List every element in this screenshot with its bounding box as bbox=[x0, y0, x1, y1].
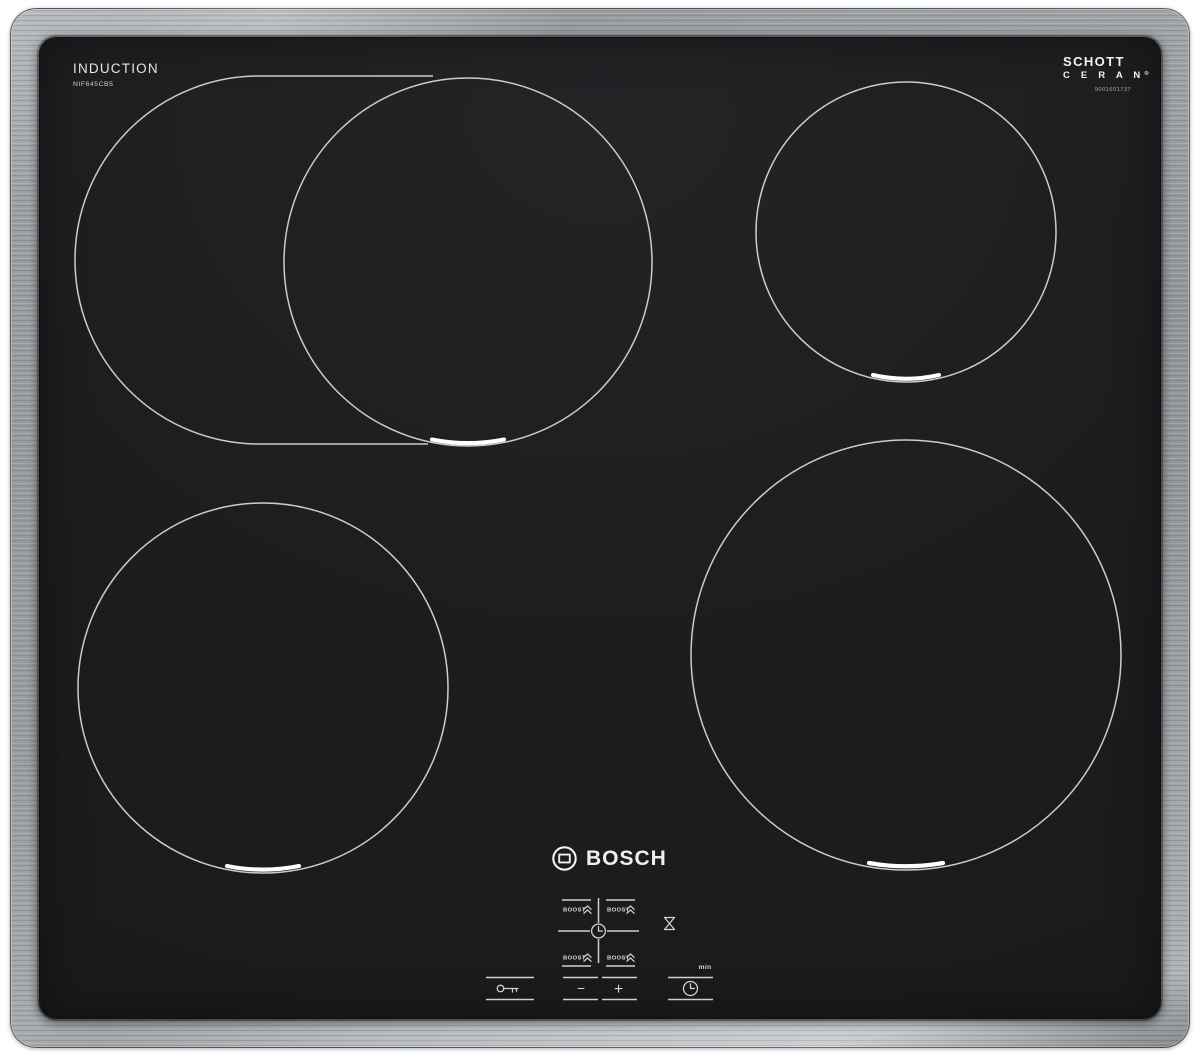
power-decrease-button[interactable]: − bbox=[577, 980, 585, 996]
registered-trademark-symbol: ® bbox=[1144, 71, 1148, 77]
boost-label: BOOST bbox=[607, 908, 630, 914]
surface-print-top-left: INDUCTION NIF645CB5 bbox=[73, 62, 159, 88]
power-increase-button[interactable]: + bbox=[614, 981, 623, 998]
boost-label: BOOST bbox=[607, 956, 630, 962]
minus-label: − bbox=[577, 980, 585, 996]
bosch-logo: BOSCH bbox=[551, 845, 667, 872]
timer-unit-label: min bbox=[699, 964, 712, 971]
induction-label: INDUCTION bbox=[73, 62, 159, 75]
model-number: NIF645CB5 bbox=[73, 81, 159, 88]
boost-label: BOOST bbox=[563, 956, 586, 962]
cooktop-product-image: INDUCTION NIF645CB5 SCHOTT C E R A N® 90… bbox=[0, 0, 1200, 1056]
schott-ceran-logo: SCHOTT C E R A N® 9001601737 bbox=[1063, 56, 1133, 93]
boost-label: BOOST bbox=[563, 908, 586, 914]
stainless-steel-frame bbox=[10, 8, 1190, 1048]
plus-label: + bbox=[614, 981, 623, 998]
ceran-wordmark: C E R A N® bbox=[1063, 69, 1133, 81]
schott-wordmark: SCHOTT bbox=[1063, 56, 1133, 68]
print-number: 9001601737 bbox=[1063, 87, 1131, 93]
bosch-armature-icon bbox=[551, 845, 578, 872]
bosch-wordmark: BOSCH bbox=[586, 848, 667, 869]
